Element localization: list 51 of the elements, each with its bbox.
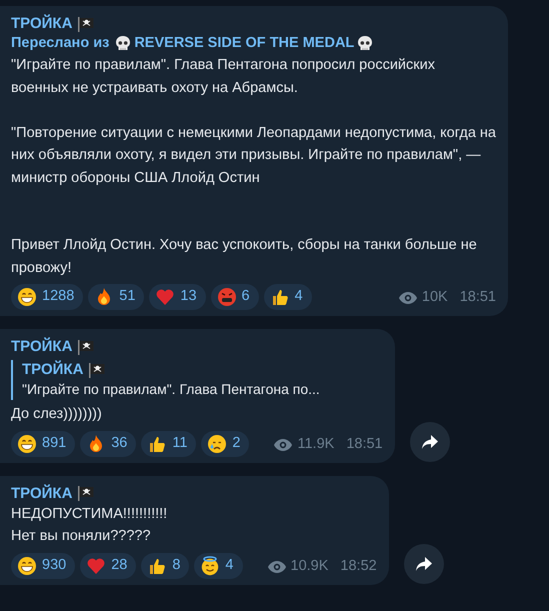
reaction-button[interactable]: 28 [80,552,136,578]
message-text: НЕДОПУСТИМА!!!!!!!!!!! Нет вы поняли????? [11,504,168,546]
grinning-face-icon [17,556,37,576]
reaction-button[interactable]: 6 [210,284,259,310]
view-count: 10K [422,288,448,308]
grinning-face-icon [17,434,37,454]
eye-icon [266,560,286,574]
crying-face-icon [207,434,228,454]
forwarded-label: Переслано из [11,34,110,53]
skull-icon [356,34,374,52]
reply-quote[interactable]: ТРОЙКА "Играйте по правилам". Глава Пентагона по... [11,360,383,400]
heart-icon [155,287,176,307]
author-name[interactable]: ТРОЙКА [11,337,72,356]
view-count: 10.9K [290,556,328,576]
reaction-button[interactable]: 36 [80,430,136,456]
pirate-flag-icon [88,362,106,378]
skull-icon [114,34,132,52]
view-count: 11.9K [297,434,334,454]
angry-face-icon [216,287,237,307]
reply-text: "Играйте по правилам". Глава Пентагона по... [22,380,321,399]
halo-face-icon [200,556,220,576]
eye-icon [273,438,294,452]
pirate-flag-icon [77,485,96,501]
heart-icon [86,556,106,576]
message-text: "Играйте по правилам". Глава Пентагона попросил российских военных не устраивать охоту на Абрамсы. "Повторение ситуации с немецкими Леопардами недопустима, когда на них объявляли охоту, я видел эти призывы. Играйте по правилам", — министр обороны США Ллойд Остин Привет Ллойд Остин. Хочу вас успокоить, сборы на танки больше не провожу! [11,56,496,278]
reaction-button[interactable]: 13 [149,284,206,310]
reaction-button[interactable]: 11 [141,430,196,456]
reaction-button[interactable]: 51 [88,284,144,310]
author-name[interactable]: ТРОЙКА [11,14,72,33]
pirate-flag-icon [77,338,96,354]
share-arrow-icon [414,556,433,572]
reaction-button[interactable]: 930 [11,552,76,578]
share-button[interactable] [410,422,450,462]
reaction-button[interactable]: 8 [141,552,190,578]
reaction-button[interactable]: 891 [11,430,76,456]
message-time: 18:52 [340,556,377,576]
author-name[interactable]: ТРОЙКА [22,360,84,379]
reaction-button[interactable]: 4 [194,552,242,578]
message-time: 18:51 [346,434,383,454]
eye-icon [398,291,418,306]
share-arrow-icon [420,434,439,450]
reaction-button[interactable]: 1288 [11,284,84,310]
message-text: До слез)))))))) [11,405,103,424]
pirate-flag-icon [77,16,96,32]
forwarded-source[interactable]: REVERSE SIDE OF THE MEDAL [134,33,354,54]
share-button[interactable] [404,544,444,584]
reaction-button[interactable]: 2 [201,430,250,456]
grinning-face-icon [17,287,37,307]
author-name[interactable]: ТРОЙКА [11,484,72,502]
message-time: 18:51 [460,288,496,308]
reaction-button[interactable]: 4 [264,284,312,310]
